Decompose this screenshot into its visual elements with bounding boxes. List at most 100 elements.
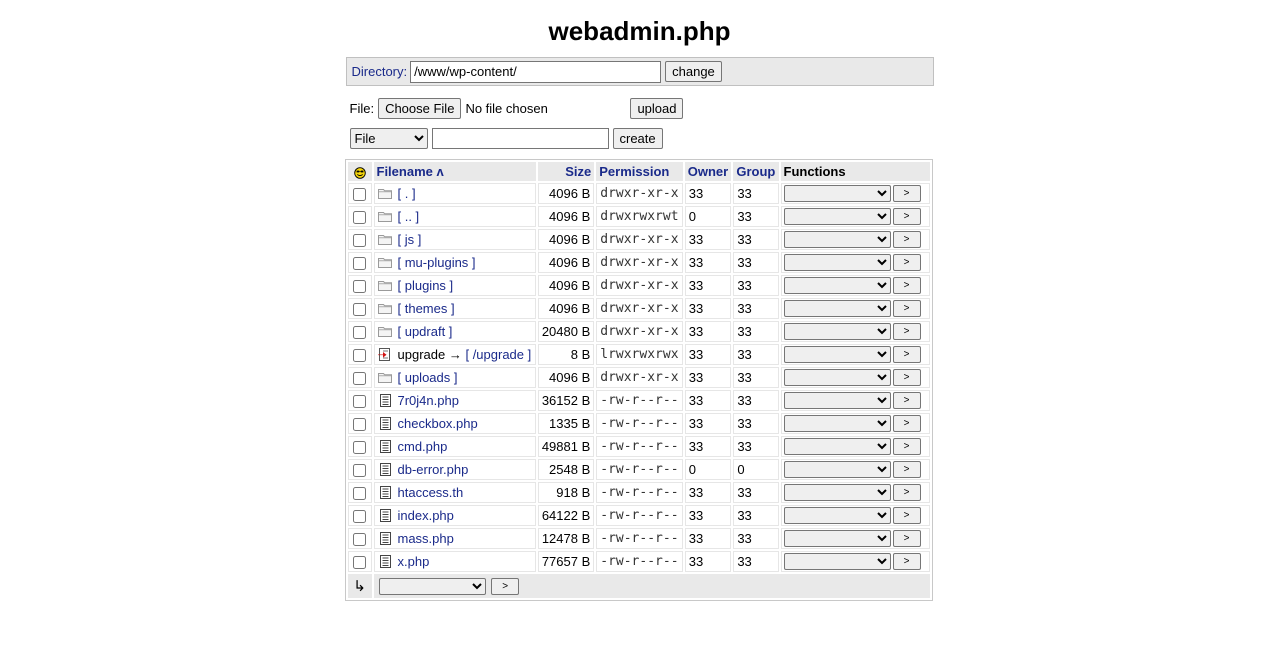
row-function-select[interactable]: [783, 231, 891, 249]
file-link[interactable]: index.php: [398, 508, 454, 523]
bulk-action-select[interactable]: [378, 577, 486, 595]
row-checkbox[interactable]: [353, 487, 366, 501]
row-function-select[interactable]: [783, 484, 891, 502]
directory-link[interactable]: [ mu-plugins ]: [398, 255, 476, 270]
row-go-button[interactable]: >: [892, 277, 921, 295]
directory-link[interactable]: [ . ]: [398, 186, 416, 201]
directory-link[interactable]: [ .. ]: [398, 209, 420, 224]
permission-cell[interactable]: -rw-r--r--: [596, 482, 683, 503]
row-checkbox[interactable]: [353, 441, 366, 455]
row-checkbox[interactable]: [353, 303, 366, 317]
size-header[interactable]: Size: [537, 162, 595, 181]
upload-button[interactable]: upload: [630, 98, 684, 119]
row-function-select[interactable]: [783, 300, 891, 318]
permission-cell[interactable]: drwxr-xr-x: [596, 275, 683, 296]
permission-cell[interactable]: -rw-r--r--: [596, 551, 683, 572]
row-go-button[interactable]: >: [892, 392, 921, 410]
row-go-button[interactable]: >: [892, 484, 921, 502]
row-go-button[interactable]: >: [892, 530, 921, 548]
sort-permission-link[interactable]: Permission: [599, 164, 669, 179]
sort-filename-link[interactable]: Filename ʌ: [377, 164, 444, 179]
link-target[interactable]: [ /upgrade ]: [465, 347, 531, 362]
row-function-select[interactable]: [783, 507, 891, 525]
permission-header[interactable]: Permission: [596, 162, 683, 181]
permission-cell[interactable]: drwxr-xr-x: [596, 229, 683, 250]
owner-header[interactable]: Owner: [684, 162, 732, 181]
permission-cell[interactable]: drwxr-xr-x: [596, 183, 683, 204]
row-checkbox[interactable]: [353, 372, 366, 386]
row-function-select[interactable]: [783, 461, 891, 479]
directory-link[interactable]: [ themes ]: [398, 301, 455, 316]
row-checkbox[interactable]: [353, 257, 366, 271]
permission-cell[interactable]: drwxr-xr-x: [596, 252, 683, 273]
row-checkbox[interactable]: [353, 533, 366, 547]
row-checkbox[interactable]: [353, 326, 366, 340]
row-checkbox[interactable]: [353, 188, 366, 202]
row-function-select[interactable]: [783, 185, 891, 203]
filename-header[interactable]: Filename ʌ: [373, 162, 536, 181]
row-checkbox[interactable]: [353, 395, 366, 409]
permission-cell[interactable]: drwxr-xr-x: [596, 298, 683, 319]
row-function-select[interactable]: [783, 530, 891, 548]
permission-cell[interactable]: -rw-r--r--: [596, 413, 683, 434]
file-link[interactable]: mass.php: [398, 531, 454, 546]
permission-cell[interactable]: drwxrwxrwt: [596, 206, 683, 227]
file-link[interactable]: cmd.php: [398, 439, 448, 454]
row-go-button[interactable]: >: [892, 300, 921, 318]
file-link[interactable]: db-error.php: [398, 462, 469, 477]
row-checkbox[interactable]: [353, 280, 366, 294]
file-link[interactable]: checkbox.php: [398, 416, 478, 431]
permission-cell[interactable]: -rw-r--r--: [596, 436, 683, 457]
group-header[interactable]: Group: [733, 162, 779, 181]
create-name-input[interactable]: [431, 128, 609, 149]
row-function-select[interactable]: [783, 323, 891, 341]
row-function-select[interactable]: [783, 369, 891, 387]
sort-owner-link[interactable]: Owner: [688, 164, 728, 179]
row-checkbox[interactable]: [353, 349, 366, 363]
row-go-button[interactable]: >: [892, 208, 921, 226]
select-all-header[interactable]: [347, 162, 372, 181]
directory-link[interactable]: [ js ]: [398, 232, 422, 247]
create-button[interactable]: create: [612, 128, 663, 149]
sort-group-link[interactable]: Group: [736, 164, 775, 179]
choose-file-button[interactable]: Choose File: [378, 98, 462, 119]
row-checkbox[interactable]: [353, 510, 366, 524]
row-checkbox[interactable]: [353, 464, 366, 478]
row-go-button[interactable]: >: [892, 438, 921, 456]
permission-cell[interactable]: -rw-r--r--: [596, 459, 683, 480]
row-function-select[interactable]: [783, 438, 891, 456]
row-function-select[interactable]: [783, 208, 891, 226]
row-go-button[interactable]: >: [892, 231, 921, 249]
row-go-button[interactable]: >: [892, 507, 921, 525]
directory-link[interactable]: [ updraft ]: [398, 324, 453, 339]
row-go-button[interactable]: >: [892, 415, 921, 433]
sort-size-link[interactable]: Size: [565, 164, 591, 179]
smiley-icon[interactable]: [353, 166, 366, 179]
change-directory-button[interactable]: change: [665, 61, 722, 82]
row-checkbox[interactable]: [353, 556, 366, 570]
row-function-select[interactable]: [783, 346, 891, 364]
directory-link[interactable]: [ uploads ]: [398, 370, 458, 385]
file-link[interactable]: x.php: [398, 554, 430, 569]
permission-cell[interactable]: -rw-r--r--: [596, 505, 683, 526]
row-function-select[interactable]: [783, 392, 891, 410]
row-function-select[interactable]: [783, 254, 891, 272]
row-function-select[interactable]: [783, 277, 891, 295]
create-type-select[interactable]: File: [349, 128, 428, 149]
directory-link[interactable]: [ plugins ]: [398, 278, 454, 293]
row-go-button[interactable]: >: [892, 346, 921, 364]
row-go-button[interactable]: >: [892, 185, 921, 203]
row-function-select[interactable]: [783, 415, 891, 433]
row-checkbox[interactable]: [353, 211, 366, 225]
permission-cell[interactable]: lrwxrwxrwx: [596, 344, 683, 365]
row-checkbox[interactable]: [353, 234, 366, 248]
permission-cell[interactable]: drwxr-xr-x: [596, 321, 683, 342]
permission-cell[interactable]: -rw-r--r--: [596, 390, 683, 411]
row-function-select[interactable]: [783, 553, 891, 571]
row-go-button[interactable]: >: [892, 323, 921, 341]
row-go-button[interactable]: >: [892, 254, 921, 272]
permission-cell[interactable]: -rw-r--r--: [596, 528, 683, 549]
file-link[interactable]: htaccess.th: [398, 485, 464, 500]
directory-input[interactable]: [410, 60, 662, 83]
row-go-button[interactable]: >: [892, 369, 921, 387]
